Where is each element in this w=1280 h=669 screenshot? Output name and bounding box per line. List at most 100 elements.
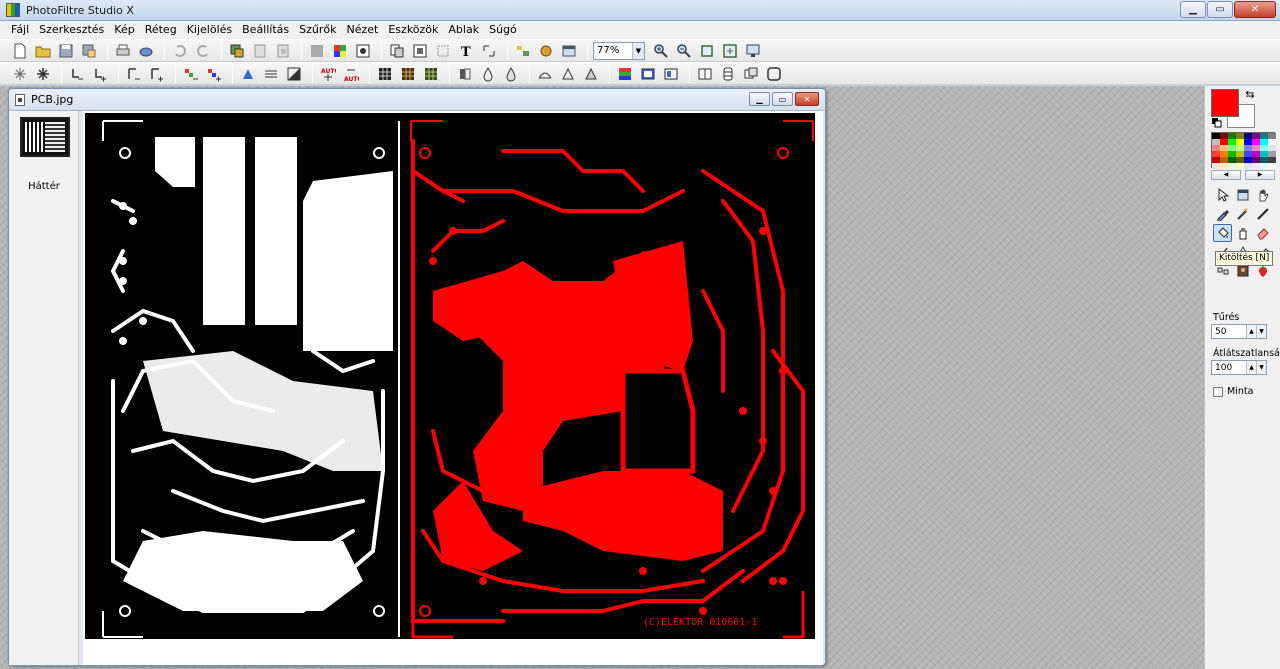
- zoom-select[interactable]: 77% ▼: [593, 41, 645, 60]
- color-palette[interactable]: [1211, 132, 1276, 169]
- texture-icon[interactable]: [558, 64, 578, 84]
- undo-icon[interactable]: [170, 41, 190, 61]
- color-grid-icon[interactable]: [330, 41, 350, 61]
- foreground-color-swatch[interactable]: [1211, 89, 1239, 117]
- resize-icon[interactable]: [479, 41, 499, 61]
- image-canvas[interactable]: (C)ELEKTOR 010601-1: [83, 111, 823, 665]
- eraser-tool-icon[interactable]: [1253, 224, 1272, 242]
- book-icon[interactable]: [695, 64, 715, 84]
- canvas-size-icon[interactable]: [410, 41, 430, 61]
- crop-icon[interactable]: [433, 41, 453, 61]
- print-icon[interactable]: [113, 41, 133, 61]
- save-icon[interactable]: [56, 41, 76, 61]
- mask-icon[interactable]: [353, 41, 373, 61]
- brightness-plus-icon[interactable]: [90, 64, 110, 84]
- document-title-bar[interactable]: PCB.jpg ▁ ▭ ✕: [9, 89, 825, 111]
- transparency-icon[interactable]: [307, 41, 327, 61]
- batch-icon[interactable]: [741, 64, 761, 84]
- shift-icon[interactable]: [455, 64, 475, 84]
- image-size-icon[interactable]: [387, 41, 407, 61]
- tolerance-down-button[interactable]: ▼: [1256, 325, 1266, 338]
- eyedropper-tool-icon[interactable]: [1213, 205, 1232, 223]
- pointer-tool-icon[interactable]: [1213, 186, 1232, 204]
- menu-view[interactable]: Nézet: [342, 21, 384, 39]
- auto-color-icon[interactable]: AUTO: [318, 64, 338, 84]
- magic-wand-tool-icon[interactable]: [1233, 205, 1252, 223]
- brightness-minus-icon[interactable]: [67, 64, 87, 84]
- menu-edit[interactable]: Szerkesztés: [34, 21, 109, 39]
- spray-tool-icon[interactable]: [1233, 224, 1252, 242]
- filter-grid-dark-icon[interactable]: [375, 64, 395, 84]
- frame-icon[interactable]: [764, 64, 784, 84]
- save-as-icon[interactable]: [79, 41, 99, 61]
- chevron-down-icon[interactable]: ▼: [632, 42, 644, 59]
- palette-prev-button[interactable]: ◀: [1211, 170, 1241, 180]
- auto-levels-icon[interactable]: [10, 64, 30, 84]
- emboss-icon[interactable]: [535, 64, 555, 84]
- rgb-icon[interactable]: [615, 64, 635, 84]
- explorer-icon[interactable]: [513, 41, 533, 61]
- menu-image[interactable]: Kép: [109, 21, 139, 39]
- actual-size-icon[interactable]: [697, 41, 717, 61]
- pattern-option[interactable]: Minta: [1213, 386, 1253, 397]
- palette-next-button[interactable]: ▶: [1245, 170, 1275, 180]
- auto-level-icon[interactable]: AUTO: [341, 64, 361, 84]
- menu-layer[interactable]: Réteg: [140, 21, 182, 39]
- menu-help[interactable]: Súgó: [484, 21, 522, 39]
- negative-icon[interactable]: [284, 64, 304, 84]
- effect-icon[interactable]: [581, 64, 601, 84]
- hand-tool-icon[interactable]: [1253, 186, 1272, 204]
- menu-window[interactable]: Ablak: [443, 21, 484, 39]
- reset-colors-icon[interactable]: [1211, 117, 1223, 129]
- opacity-input[interactable]: 100 ▲ ▼: [1211, 360, 1267, 375]
- swap-colors-icon[interactable]: ⇆: [1243, 88, 1257, 102]
- tube-icon[interactable]: [718, 64, 738, 84]
- menu-tools[interactable]: Eszközök: [383, 21, 443, 39]
- layer-thumbnail[interactable]: [20, 117, 70, 157]
- menu-selection[interactable]: Kijelölés: [182, 21, 237, 39]
- fullscreen-icon[interactable]: [743, 41, 763, 61]
- photo-frame-icon[interactable]: [638, 64, 658, 84]
- line-tool-icon[interactable]: [1253, 205, 1272, 223]
- close-button[interactable]: ✕: [1234, 1, 1276, 18]
- contrast-plus-icon[interactable]: [147, 64, 167, 84]
- auto-contrast-icon[interactable]: [33, 64, 53, 84]
- doc-minimize-button[interactable]: ▁: [749, 92, 770, 106]
- color-balance-icon[interactable]: [661, 64, 681, 84]
- filter-grid-brown-icon[interactable]: [398, 64, 418, 84]
- scan-icon[interactable]: [136, 41, 156, 61]
- copy-image-icon[interactable]: [227, 41, 247, 61]
- opacity-down-button[interactable]: ▼: [1256, 361, 1266, 374]
- automate-icon[interactable]: [559, 41, 579, 61]
- tolerance-up-button[interactable]: ▲: [1246, 325, 1256, 338]
- sharpen-icon[interactable]: [501, 64, 521, 84]
- open-folder-icon[interactable]: [33, 41, 53, 61]
- doc-close-button[interactable]: ✕: [795, 92, 819, 106]
- pcb-image[interactable]: (C)ELEKTOR 010601-1: [83, 111, 823, 665]
- menu-file[interactable]: Fájl: [6, 21, 34, 39]
- text-tool-icon[interactable]: T: [456, 41, 476, 61]
- zoom-out-icon[interactable]: [674, 41, 694, 61]
- minimize-button[interactable]: ▁: [1180, 1, 1206, 18]
- doc-maximize-button[interactable]: ▭: [772, 92, 793, 106]
- pattern-checkbox[interactable]: [1213, 386, 1223, 397]
- new-file-icon[interactable]: [10, 41, 30, 61]
- saturation-minus-icon[interactable]: [181, 64, 201, 84]
- filter-grid-green-icon[interactable]: [421, 64, 441, 84]
- paste-new-icon[interactable]: [273, 41, 293, 61]
- paste-icon[interactable]: [250, 41, 270, 61]
- maximize-button[interactable]: ▭: [1207, 1, 1233, 18]
- plugins-icon[interactable]: [536, 41, 556, 61]
- fill-tool-icon[interactable]: [1213, 224, 1232, 242]
- blur-icon[interactable]: [478, 64, 498, 84]
- contrast-minus-icon[interactable]: [124, 64, 144, 84]
- redo-icon[interactable]: [193, 41, 213, 61]
- opacity-up-button[interactable]: ▲: [1246, 361, 1256, 374]
- zoom-in-icon[interactable]: [651, 41, 671, 61]
- menu-adjust[interactable]: Beállítás: [237, 21, 294, 39]
- document-window[interactable]: PCB.jpg ▁ ▭ ✕ Háttér (C)ELEKTOR 010601-1: [8, 88, 826, 666]
- fit-window-icon[interactable]: [720, 41, 740, 61]
- tolerance-input[interactable]: 50 ▲ ▼: [1211, 324, 1267, 339]
- gamma-icon[interactable]: [238, 64, 258, 84]
- menu-filters[interactable]: Szűrők: [294, 21, 341, 39]
